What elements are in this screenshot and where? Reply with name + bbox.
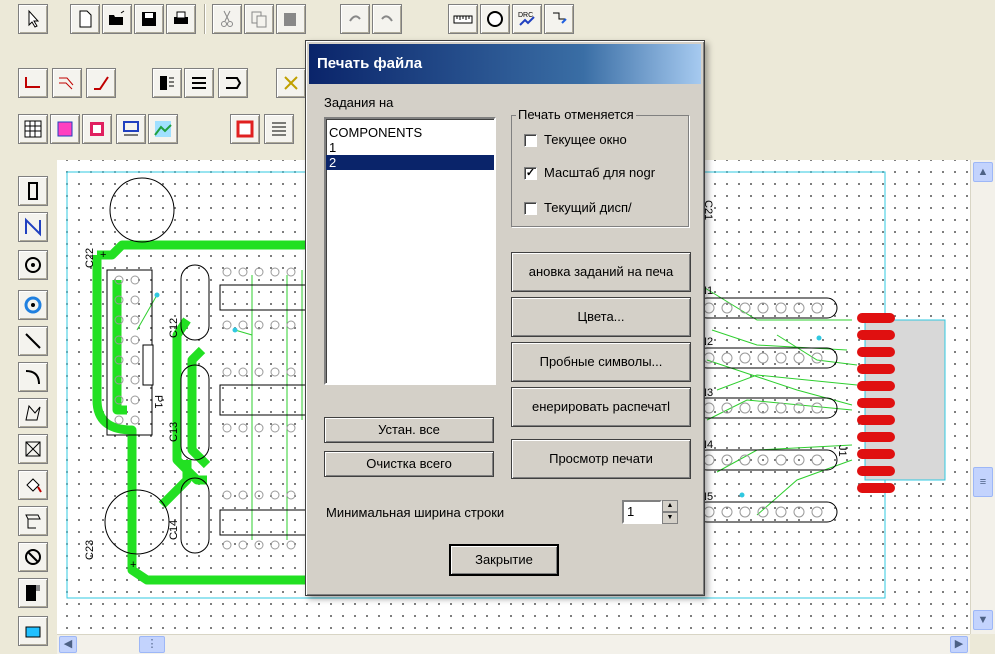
label-c22: C22 bbox=[84, 248, 96, 268]
job-item-2[interactable]: 2 bbox=[326, 155, 494, 170]
print-preview-button[interactable]: Просмотр печати bbox=[511, 439, 691, 479]
display-button[interactable] bbox=[116, 114, 146, 144]
connection-tool-button[interactable] bbox=[18, 212, 48, 242]
layer-stack-button[interactable] bbox=[82, 114, 112, 144]
plus-mark: + bbox=[130, 559, 136, 571]
route-button[interactable] bbox=[18, 68, 48, 98]
min-width-spin-down[interactable]: ▼ bbox=[662, 512, 678, 524]
autoroute-net-button[interactable] bbox=[184, 68, 214, 98]
current-window-label: Текущее окно bbox=[544, 132, 627, 147]
color-tool-button[interactable] bbox=[18, 616, 48, 646]
keepout-tool-button[interactable] bbox=[18, 434, 48, 464]
autoroute-button[interactable] bbox=[152, 68, 182, 98]
route-bus-button[interactable] bbox=[52, 68, 82, 98]
min-width-spin-up[interactable]: ▲ bbox=[662, 500, 678, 512]
view-3d-button[interactable] bbox=[148, 114, 178, 144]
fill-tool-button[interactable] bbox=[18, 470, 48, 500]
board-outline-button[interactable] bbox=[230, 114, 260, 144]
jobs-label: Задания на bbox=[324, 95, 394, 110]
line-tool-button[interactable] bbox=[18, 326, 48, 356]
arc-tool-button[interactable] bbox=[18, 362, 48, 392]
label-j1: J1 bbox=[836, 445, 848, 457]
grid-button[interactable] bbox=[18, 114, 48, 144]
select-all-button[interactable]: Устан. все bbox=[324, 417, 494, 443]
layers-button[interactable] bbox=[50, 114, 80, 144]
job-item-1[interactable]: 1 bbox=[326, 140, 494, 155]
label-c23: C23 bbox=[84, 540, 96, 560]
current-window-checkbox[interactable] bbox=[524, 134, 537, 147]
scroll-up-button[interactable]: ▲ bbox=[973, 162, 993, 182]
job-item-components[interactable]: COMPONENTS bbox=[326, 125, 494, 140]
label-c14: C14 bbox=[168, 520, 180, 540]
label-c12: C12 bbox=[168, 318, 180, 338]
current-display-checkbox[interactable] bbox=[524, 202, 537, 215]
print-button[interactable] bbox=[166, 4, 196, 34]
generate-printout-button[interactable]: енерировать распечатl bbox=[511, 387, 691, 427]
autoroute-conn-button[interactable] bbox=[218, 68, 248, 98]
pad-tool-button[interactable] bbox=[18, 250, 48, 280]
copy-button[interactable] bbox=[244, 4, 274, 34]
route-miter-button[interactable] bbox=[86, 68, 116, 98]
select-tool-button[interactable] bbox=[18, 4, 48, 34]
dialog-title: Печать файла bbox=[309, 44, 701, 84]
prohibit-tool-button[interactable] bbox=[18, 542, 48, 572]
undo-button[interactable] bbox=[340, 4, 370, 34]
optimize-button[interactable] bbox=[276, 68, 306, 98]
measure-button[interactable] bbox=[448, 4, 478, 34]
clear-all-button[interactable]: Очистка всего bbox=[324, 451, 494, 477]
svg-text:DRC: DRC bbox=[518, 12, 533, 19]
scroll-down-button[interactable]: ▼ bbox=[973, 610, 993, 630]
scale-label: Масштаб для nogr bbox=[544, 165, 656, 180]
scale-checkbox[interactable]: ✓ bbox=[524, 167, 537, 180]
via-tool-button[interactable] bbox=[18, 290, 48, 320]
redo-button[interactable] bbox=[372, 4, 402, 34]
job-setup-button[interactable]: ановка заданий на печа bbox=[511, 252, 691, 292]
colors-button[interactable]: Цвета... bbox=[511, 297, 691, 337]
test-symbols-button[interactable]: Пробные символы... bbox=[511, 342, 691, 382]
netlist-button[interactable] bbox=[544, 4, 574, 34]
min-width-label: Минимальная ширина строки bbox=[326, 505, 505, 520]
cut-button[interactable] bbox=[212, 4, 242, 34]
separator bbox=[204, 4, 206, 34]
current-display-label: Текущий дисп/ bbox=[544, 200, 632, 215]
open-file-button[interactable] bbox=[102, 4, 132, 34]
plus-mark: + bbox=[100, 249, 106, 261]
label-c13: C13 bbox=[168, 422, 180, 442]
drc-button[interactable]: DRC bbox=[512, 4, 542, 34]
vertical-scrollbar[interactable]: ▲ ≡ ▼ bbox=[970, 160, 995, 634]
label-p1: P1 bbox=[152, 395, 164, 408]
cancel-print-label: Печать отменяется bbox=[516, 107, 636, 122]
scroll-right-button[interactable]: ▶ bbox=[950, 636, 968, 653]
close-button[interactable]: Закрытие bbox=[449, 544, 559, 576]
query-button[interactable] bbox=[480, 4, 510, 34]
scroll-left-button[interactable]: ◀ bbox=[59, 636, 77, 653]
scroll-h-thumb[interactable]: ⋮ bbox=[139, 636, 165, 653]
component-tool-button[interactable] bbox=[18, 176, 48, 206]
new-file-button[interactable] bbox=[70, 4, 100, 34]
text-tool-button[interactable] bbox=[18, 506, 48, 536]
report-button[interactable] bbox=[264, 114, 294, 144]
print-dialog: Печать файла Задания на COMPONENTS 1 2 П… bbox=[305, 40, 705, 596]
paste-button[interactable] bbox=[276, 4, 306, 34]
layer-tool-button[interactable] bbox=[18, 578, 48, 608]
save-button[interactable] bbox=[134, 4, 164, 34]
scroll-thumb[interactable]: ≡ bbox=[973, 467, 993, 497]
jobs-listbox[interactable]: COMPONENTS 1 2 bbox=[324, 117, 496, 385]
horizontal-scrollbar[interactable]: ◀ ⋮ ▶ bbox=[57, 634, 970, 654]
min-width-input[interactable]: 1 bbox=[622, 500, 662, 524]
polygon-tool-button[interactable] bbox=[18, 398, 48, 428]
